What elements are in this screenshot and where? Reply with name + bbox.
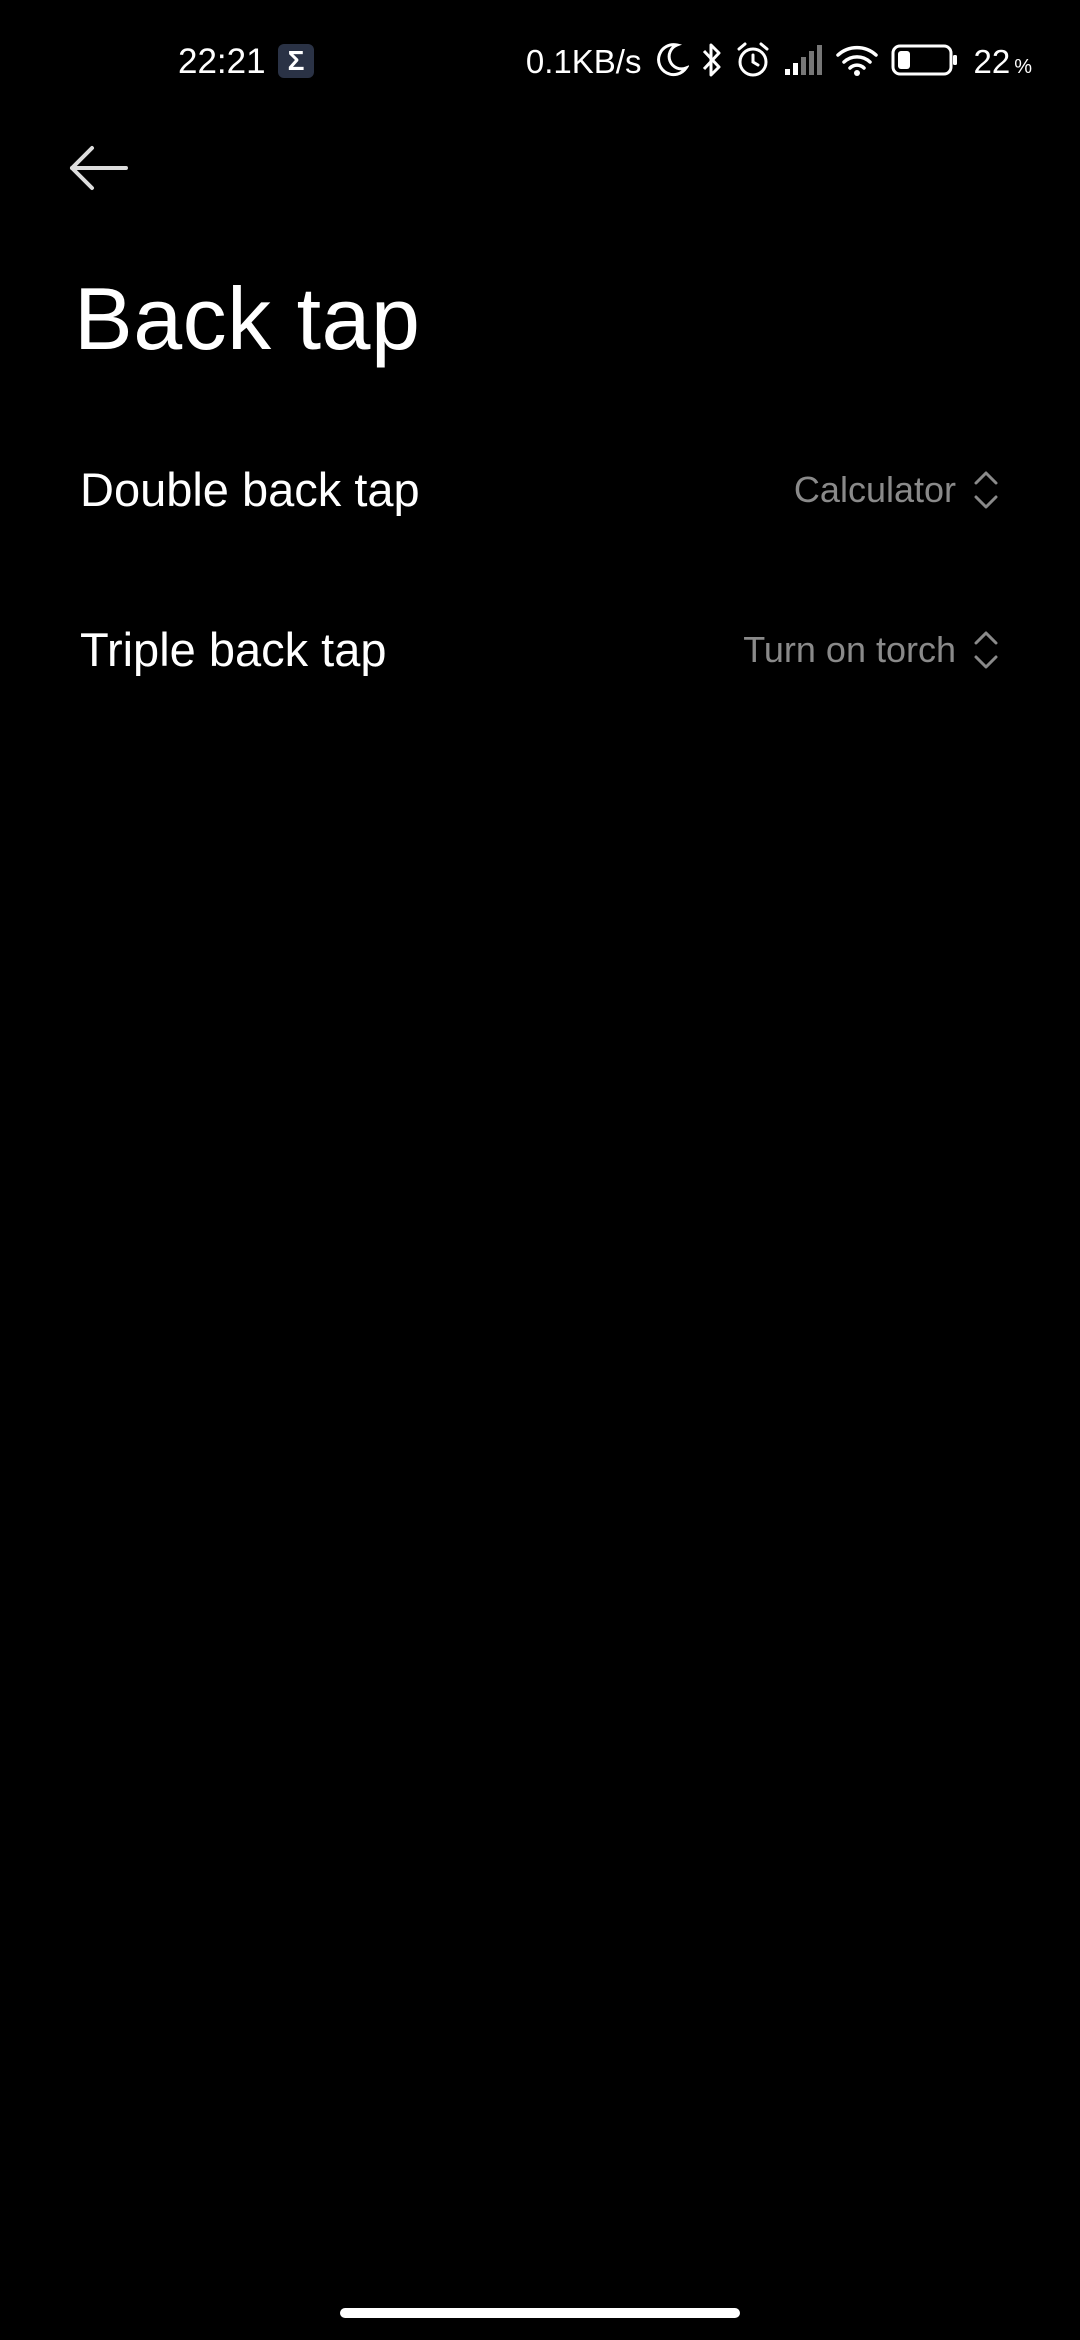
alarm-icon: [735, 41, 771, 84]
status-bar: 22:21 Σ 0.1KB/s 22 %: [0, 0, 1080, 126]
network-speed: 0.1KB/s: [525, 43, 642, 80]
page-title: Back tap: [74, 269, 421, 368]
chevron-up-down-icon: [972, 466, 1000, 514]
battery-percentage: 22: [973, 43, 1011, 80]
back-button[interactable]: [66, 130, 166, 210]
status-right-group: 0.1KB/s 22 %: [526, 40, 1032, 84]
triple-back-tap-row[interactable]: Triple back tap Turn on torch: [0, 570, 1080, 730]
home-gesture-bar[interactable]: [340, 2308, 740, 2318]
double-back-tap-row[interactable]: Double back tap Calculator: [0, 410, 1080, 570]
wifi-icon: [835, 43, 879, 82]
double-back-tap-selector[interactable]: Calculator: [794, 465, 1000, 515]
triple-back-tap-label: Triple back tap: [80, 623, 387, 676]
triple-back-tap-value: Turn on torch: [743, 629, 956, 670]
status-time: 22:21: [178, 42, 266, 81]
sigma-notification-icon: Σ: [278, 44, 314, 78]
signal-icon: [783, 43, 823, 82]
battery-icon: [891, 43, 959, 82]
moon-icon: [655, 42, 691, 83]
triple-back-tap-selector[interactable]: Turn on torch: [743, 625, 1000, 675]
battery-percent-sign: %: [1014, 56, 1032, 78]
double-back-tap-label: Double back tap: [80, 463, 420, 516]
chevron-up-down-icon: [972, 626, 1000, 674]
bluetooth-icon: [701, 41, 723, 84]
arrow-left-icon: [66, 144, 130, 197]
double-back-tap-value: Calculator: [793, 469, 956, 510]
